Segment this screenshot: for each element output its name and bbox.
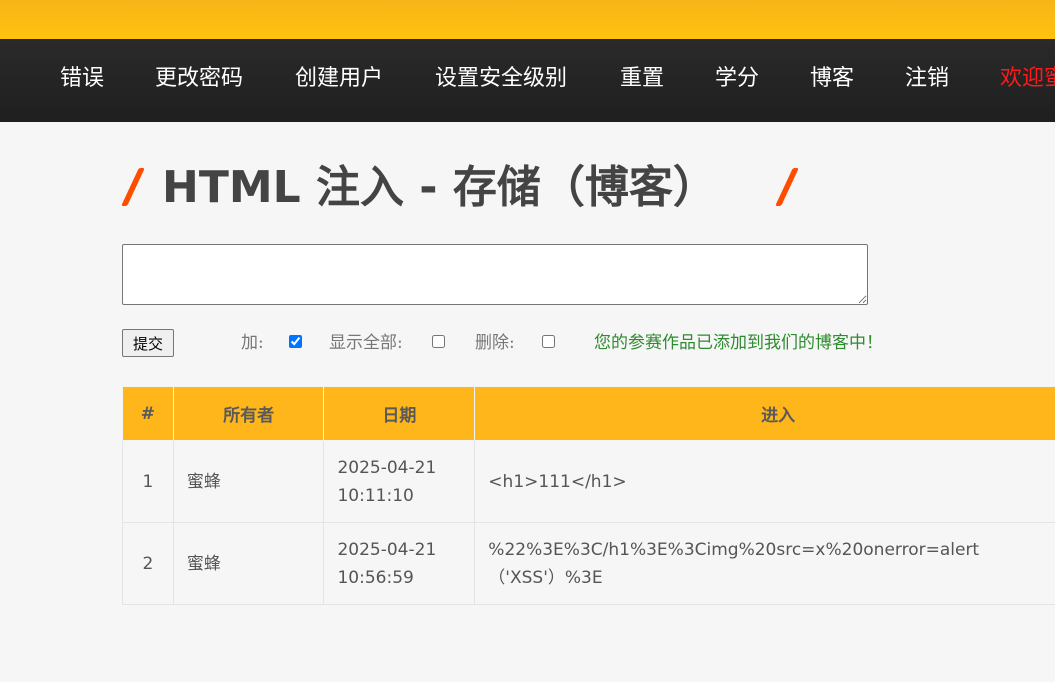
delete-checkbox[interactable]: [542, 335, 555, 348]
menu-item-bugs[interactable]: 错误: [60, 39, 104, 119]
row-id: 2: [122, 522, 174, 605]
menu-item-credits[interactable]: 学分: [715, 39, 759, 119]
show-all-label: 显示全部:: [329, 333, 403, 353]
top-banner: [0, 0, 1055, 39]
row-entry: <h1>111</h1>: [474, 440, 1055, 523]
submit-button[interactable]: 提交: [122, 329, 174, 357]
delete-label: 删除:: [475, 333, 515, 353]
row-date-day: 2025-04-21: [337, 457, 437, 478]
row-owner: 蜜蜂: [172, 440, 325, 523]
row-date-day: 2025-04-21: [337, 539, 437, 560]
row-id: 1: [122, 440, 174, 523]
add-checkbox[interactable]: [289, 335, 302, 348]
menu-item-change-password[interactable]: 更改密码: [155, 39, 243, 119]
blog-entry-textarea[interactable]: [122, 244, 868, 305]
title-slash-left: [121, 168, 145, 206]
row-entry: %22%3E%3C/h1%3E%3Cimg%20src=x%20onerror=…: [474, 522, 1055, 605]
table-row: 1 蜜蜂 2025-04-21 10:11:10 <h1>111</h1>: [122, 440, 1055, 523]
welcome-user-link[interactable]: 欢迎蜜蜂: [1000, 39, 1055, 119]
table-row: 2 蜜蜂 2025-04-21 10:56:59 %22%3E%3C/h1%3E%…: [122, 522, 1055, 605]
status-message: 您的参赛作品已添加到我们的博客中！: [594, 333, 883, 353]
menu-item-blog[interactable]: 博客: [810, 39, 854, 119]
row-date-time: 10:11:10: [337, 485, 414, 506]
row-entry-text: <h1>111</h1>: [488, 471, 627, 492]
column-header-owner: 所有者: [172, 386, 325, 441]
row-date: 2025-04-21 10:11:10: [323, 440, 476, 523]
title-slash-right: [775, 168, 799, 206]
row-owner: 蜜蜂: [172, 522, 325, 605]
row-date: 2025-04-21 10:56:59: [323, 522, 476, 605]
page-title: HTML 注入 - 存储（博客）: [162, 162, 717, 213]
column-header-date: 日期: [323, 386, 476, 441]
menu-item-reset[interactable]: 重置: [620, 39, 664, 119]
menu-item-set-security-level[interactable]: 设置安全级别: [435, 39, 567, 119]
column-header-entry: 进入: [474, 386, 1055, 441]
main-menu: 错误 更改密码 创建用户 设置安全级别 重置 学分 博客 注销 欢迎蜜蜂: [0, 39, 1055, 122]
blog-table: # 所有者 日期 进入 1 蜜蜂 2025-04-21 10:11:10 <h1>…: [122, 386, 1055, 605]
add-label: 加:: [241, 333, 264, 353]
row-entry-text: %22%3E%3C/h1%3E%3Cimg%20src=x%20onerror=…: [488, 539, 980, 560]
column-header-id: #: [122, 386, 174, 441]
table-header-row: # 所有者 日期 进入: [122, 386, 1055, 441]
row-date-time: 10:56:59: [337, 567, 414, 588]
show-all-checkbox[interactable]: [432, 335, 445, 348]
row-entry-text-cont: （'XSS'）%3E: [488, 567, 603, 588]
menu-item-logout[interactable]: 注销: [905, 39, 949, 119]
menu-item-create-user[interactable]: 创建用户: [295, 39, 383, 119]
